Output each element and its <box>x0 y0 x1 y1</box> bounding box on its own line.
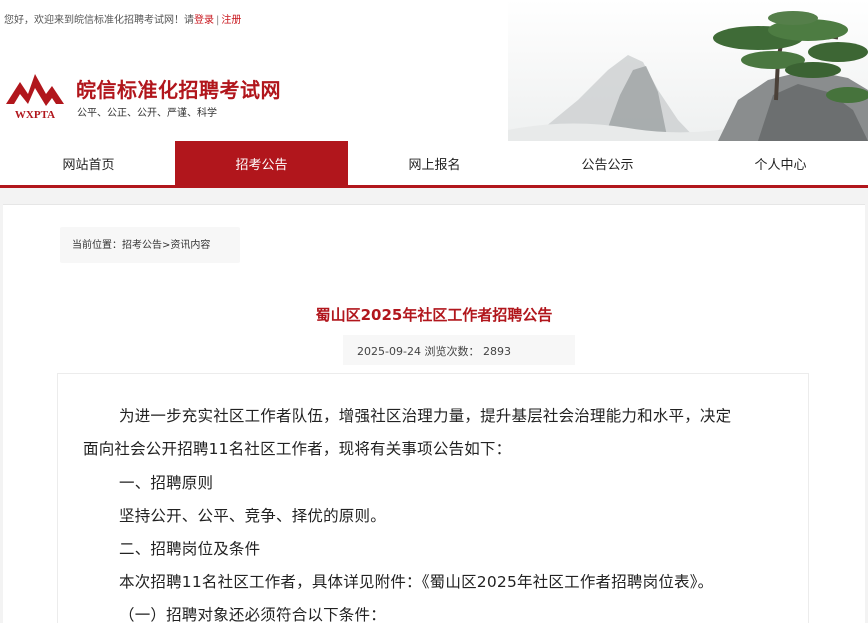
body-paragraph: 面向社会公开招聘11名社区工作者，现将有关事项公告如下： <box>83 440 512 458</box>
nav-item-recruitment-notices[interactable]: 招考公告 <box>175 141 348 185</box>
article-panel: 当前位置：招考公告>资讯内容 蜀山区2025年社区工作者招聘公告 2025-09… <box>3 204 865 623</box>
breadcrumb-prefix: 当前位置： <box>72 240 122 251</box>
body-paragraph: 本次招聘11名社区工作者，具体详见附件：《蜀山区2025年社区工作者招聘岗位表》… <box>119 573 714 591</box>
nav-item-announcements[interactable]: 公告公示 <box>521 141 694 185</box>
article-body: 为进一步充实社区工作者队伍，增强社区治理力量，提升基层社会治理能力和水平，决定 … <box>57 373 809 623</box>
register-link[interactable]: 注册 <box>221 15 241 26</box>
breadcrumb: 当前位置：招考公告>资讯内容 <box>60 227 240 263</box>
body-paragraph: 坚持公开、公平、竞争、择优的原则。 <box>119 507 386 525</box>
site-slogan: 公平、公正、公开、严谨、科学 <box>77 108 217 119</box>
mountain-pine-banner-image <box>508 0 868 141</box>
views-count: 2893 <box>482 345 511 358</box>
nav-item-online-registration[interactable]: 网上报名 <box>348 141 521 185</box>
site-logo[interactable]: WXPTA <box>4 68 66 122</box>
section-heading: 一、招聘原则 <box>119 474 214 492</box>
nav-item-user-center[interactable]: 个人中心 <box>694 141 867 185</box>
nav-item-home[interactable]: 网站首页 <box>2 141 175 185</box>
breadcrumb-current: 资讯内容 <box>170 240 211 251</box>
section-heading: 二、招聘岗位及条件 <box>119 540 261 558</box>
site-title[interactable]: 皖信标准化招聘考试网 <box>76 74 281 103</box>
article-meta: 2025-09-24 浏览次数： 2893 <box>3 343 865 359</box>
main-nav: 网站首页 招考公告 网上报名 公告公示 个人中心 <box>0 141 868 188</box>
welcome-bar: 您好，欢迎来到皖信标准化招聘考试网！请登录 | 注册 <box>4 11 241 26</box>
topbar-separator: | <box>216 15 220 26</box>
logo-text: WXPTA <box>15 109 55 121</box>
publish-date: 2025-09-24 <box>357 345 421 358</box>
welcome-text: 您好，欢迎来到皖信标准化招聘考试网！请 <box>4 15 194 26</box>
login-link[interactable]: 登录 <box>194 15 214 26</box>
body-paragraph: （一）招聘对象还必须符合以下条件： <box>119 606 386 623</box>
site-header: 您好，欢迎来到皖信标准化招聘考试网！请登录 | 注册 WXPTA 皖信标准化招聘考试… <box>0 0 868 141</box>
body-paragraph: 为进一步充实社区工作者队伍，增强社区治理力量，提升基层社会治理能力和水平，决定 <box>119 407 732 425</box>
views-label: 浏览次数： <box>424 345 480 358</box>
article-title: 蜀山区2025年社区工作者招聘公告 <box>315 306 553 324</box>
breadcrumb-link-recruitment[interactable]: 招考公告 <box>122 240 162 251</box>
